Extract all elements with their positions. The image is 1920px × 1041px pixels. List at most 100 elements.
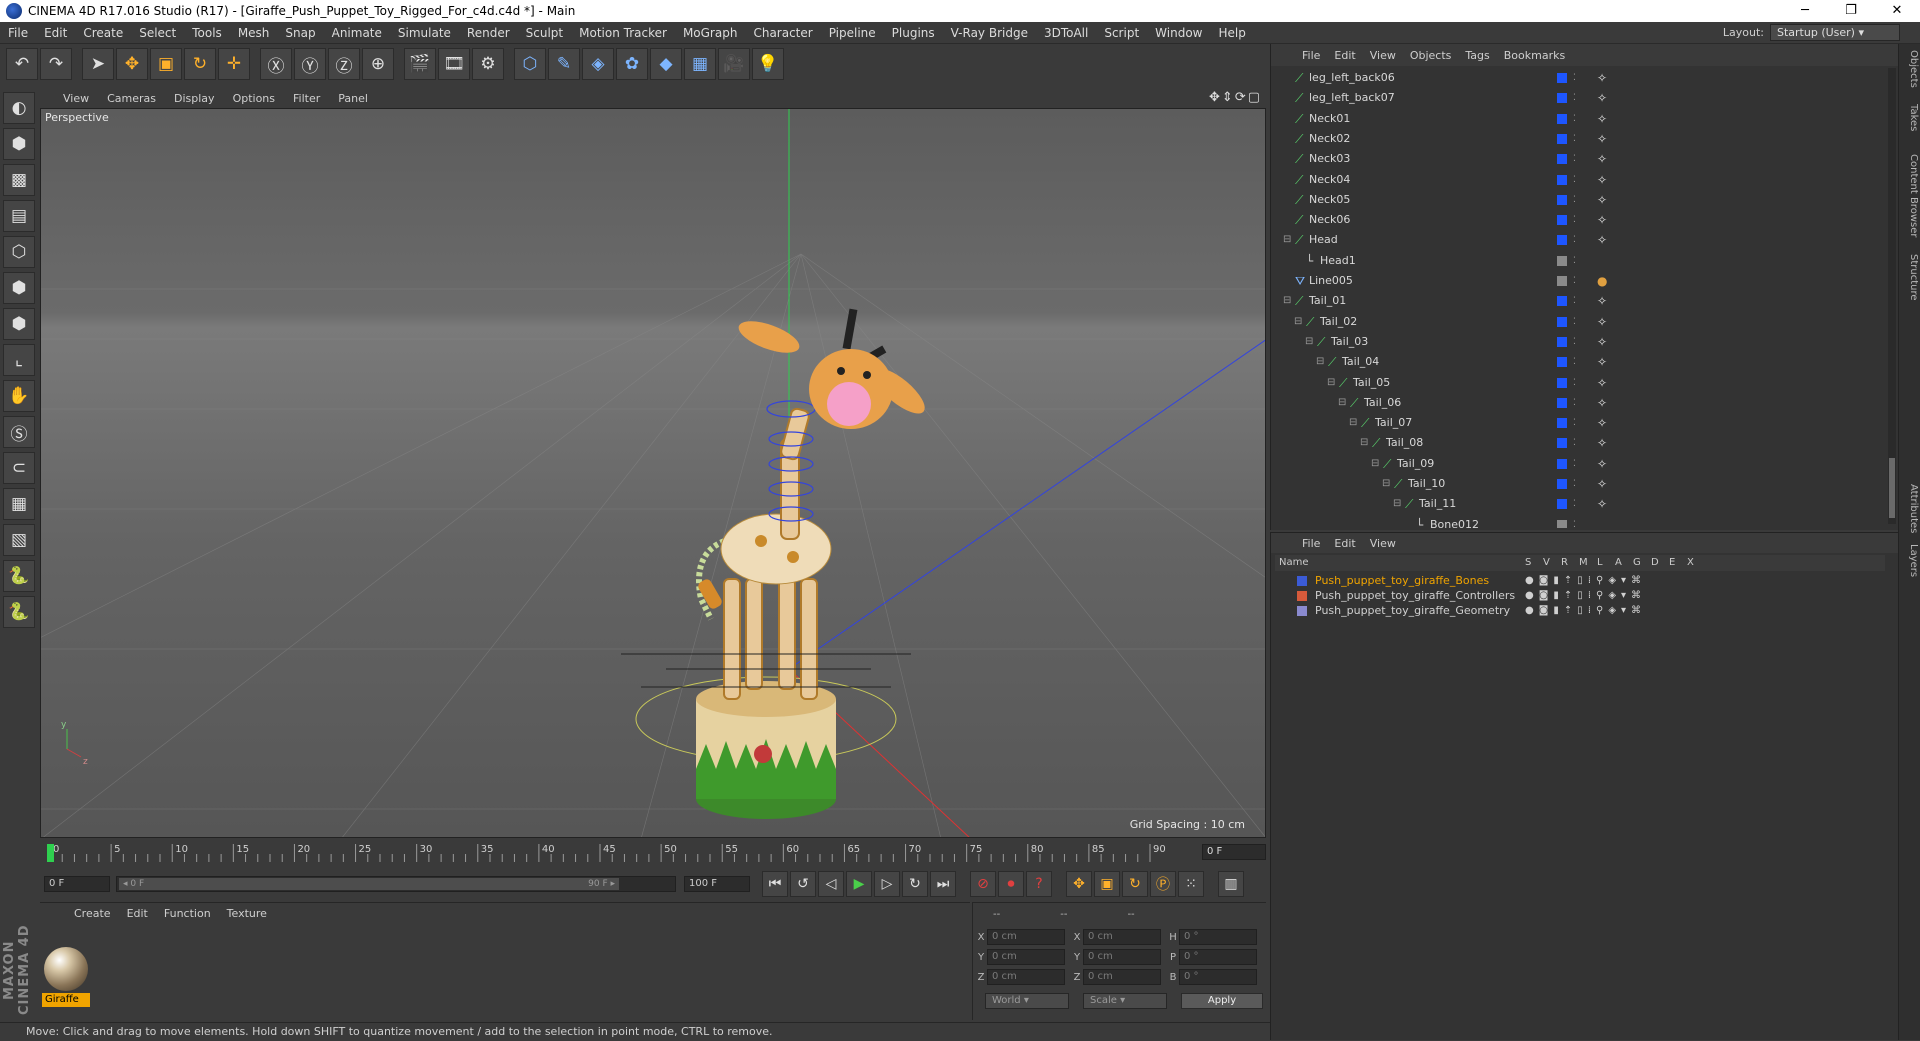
object-row[interactable]: ⊟ ⟋ Tail_02 ⁚ ✧ [1271,312,1887,332]
object-menu-bookmarks[interactable]: Bookmarks [1497,49,1572,62]
ik-tag-icon[interactable]: ✧ [1597,373,1607,393]
object-row[interactable]: ⟋ Neck05 ⁚ ✧ [1271,190,1887,210]
layer-color-swatch[interactable] [1557,499,1567,510]
coord-space-select[interactable]: World ▾ [985,993,1069,1009]
layer-color-swatch[interactable] [1557,215,1567,226]
rotate-icon[interactable]: ↻ [184,48,216,80]
layer-color-swatch[interactable] [1557,296,1567,307]
menu-select[interactable]: Select [131,26,184,40]
layer-col-l[interactable]: L [1597,555,1603,571]
side-tab-takes[interactable]: Takes [1901,104,1919,131]
prev-key-icon[interactable]: ↺ [790,871,816,897]
material-menu-create[interactable]: Create [66,907,119,920]
tree-toggle-icon[interactable]: ⊟ [1349,413,1357,433]
menu-animate[interactable]: Animate [324,26,390,40]
layer-color-swatch[interactable] [1557,255,1567,266]
ik-tag-icon[interactable]: ✧ [1597,190,1607,210]
viewport-menu-cameras[interactable]: Cameras [98,92,165,105]
ik-tag-icon[interactable]: ✧ [1597,494,1607,514]
array-icon[interactable]: ✿ [616,48,648,80]
autokey-icon[interactable]: ⏺ [998,871,1024,897]
record-icon[interactable]: ⊘ [970,871,996,897]
visibility-dots-icon[interactable]: ⁚ [1573,413,1576,433]
object-row[interactable]: ⟋ Neck04 ⁚ ✧ [1271,170,1887,190]
side-tab-structure[interactable]: Structure [1901,254,1919,301]
object-list[interactable]: ⟋ leg_left_back06 ⁚ ✧ ⟋ leg_left_back07 ⁚ ✧ ⟋ Nec… [1271,68,1887,528]
menu-3dtoall[interactable]: 3DToAll [1036,26,1096,40]
soft-selection-icon[interactable]: Ⓢ [3,416,35,448]
ik-tag-icon[interactable]: ✧ [1597,230,1607,250]
visibility-dots-icon[interactable]: ⁚ [1573,109,1576,129]
menu-edit[interactable]: Edit [36,26,75,40]
snap-grid-icon[interactable]: ▧ [3,524,35,556]
viewport-menu-filter[interactable]: Filter [284,92,329,105]
layer-col-d[interactable]: D [1651,555,1659,571]
visibility-dots-icon[interactable]: ⁚ [1573,373,1576,393]
layer-col-name[interactable]: Name [1279,555,1309,571]
layer-col-a[interactable]: A [1615,555,1622,571]
object-menu-view[interactable]: View [1363,49,1403,62]
lock-grid-icon[interactable]: ▦ [3,488,35,520]
coord-field[interactable]: 0 cm [987,969,1065,985]
ik-tag-icon[interactable]: ✧ [1597,413,1607,433]
visibility-dots-icon[interactable]: ⁚ [1573,190,1576,210]
visibility-dots-icon[interactable]: ⁚ [1573,515,1576,528]
tree-toggle-icon[interactable]: ⊟ [1371,454,1379,474]
viewport-camera-label[interactable]: Perspective [45,111,109,124]
tree-toggle-icon[interactable]: ⊟ [1316,352,1324,372]
range-thumb[interactable]: ◂ 0 F 90 F ▸ [119,878,619,890]
deformer-icon[interactable]: ◆ [650,48,682,80]
object-menu-tags[interactable]: Tags [1458,49,1496,62]
go-start-icon[interactable]: ⏮ [762,871,788,897]
select-arrow-icon[interactable]: ➤ [82,48,114,80]
object-row[interactable]: ⊟ ⟋ Tail_10 ⁚ ✧ [1271,474,1887,494]
layer-menu-edit[interactable]: Edit [1327,537,1362,550]
layer-name[interactable]: Push_puppet_toy_giraffe_Geometry [1315,603,1510,618]
visibility-dots-icon[interactable]: ⁚ [1573,271,1576,291]
layer-toggle-icons[interactable]: ●◙▮⇡▯⁞⚲◈▾⌘ [1525,588,1646,603]
tree-toggle-icon[interactable]: ⊟ [1382,474,1390,494]
visibility-dots-icon[interactable]: ⁚ [1573,230,1576,250]
visibility-dots-icon[interactable]: ⁚ [1573,494,1576,514]
menu-window[interactable]: Window [1147,26,1210,40]
visibility-dots-icon[interactable]: ⁚ [1573,170,1576,190]
world-coords-icon[interactable]: ⊕ [362,48,394,80]
object-mode-icon[interactable]: ⬢ [3,128,35,160]
object-row[interactable]: ⊟ ⟋ Tail_01 ⁚ ✧ [1271,291,1887,311]
layer-row[interactable]: Push_puppet_toy_giraffe_Geometry ●◙▮⇡▯⁞⚲◈… [1275,603,1885,618]
layer-color-swatch[interactable] [1557,73,1567,83]
coord-field[interactable]: 0 ° [1179,969,1257,985]
layer-name[interactable]: Push_puppet_toy_giraffe_Controllers [1315,588,1515,603]
material-preview[interactable] [44,947,88,991]
cube-icon[interactable]: ⬡ [514,48,546,80]
scale-icon[interactable]: ▣ [150,48,182,80]
close-button[interactable]: ✕ [1874,0,1920,22]
playhead[interactable] [47,844,54,862]
axis-mode-icon[interactable]: ⌞ [3,344,35,376]
layer-col-x[interactable]: X [1687,555,1694,571]
side-tab-layers[interactable]: Layers [1901,544,1919,577]
layer-name[interactable]: Push_puppet_toy_giraffe_Bones [1315,573,1489,588]
side-tab-content-browser[interactable]: Content Browser [1901,154,1919,237]
next-frame-icon[interactable]: ▷ [874,871,900,897]
coord-field[interactable]: 0 cm [987,929,1065,945]
layer-color-swatch[interactable] [1557,154,1567,165]
ik-tag-icon[interactable]: ✧ [1597,433,1607,453]
layer-color-swatch[interactable] [1557,458,1567,469]
pen-icon[interactable]: ✎ [548,48,580,80]
tree-toggle-icon[interactable]: ⊟ [1305,332,1313,352]
object-menu-objects[interactable]: Objects [1403,49,1459,62]
layer-toggle-icons[interactable]: ●◙▮⇡▯⁞⚲◈▾⌘ [1525,603,1646,618]
prev-frame-icon[interactable]: ◁ [818,871,844,897]
ik-tag-icon[interactable]: ✧ [1597,170,1607,190]
layer-color-swatch[interactable] [1297,576,1307,586]
coord-field[interactable]: 0 cm [1083,969,1161,985]
ik-tag-icon[interactable]: ✧ [1597,474,1607,494]
x-axis-icon[interactable]: Ⓧ [260,48,292,80]
subdivision-icon[interactable]: ◈ [582,48,614,80]
object-row[interactable]: ⟋ leg_left_back06 ⁚ ✧ [1271,68,1887,88]
object-row[interactable]: ⟋ Neck02 ⁚ ✧ [1271,129,1887,149]
camera-icon[interactable]: 🎥 [718,48,750,80]
visibility-dots-icon[interactable]: ⁚ [1573,352,1576,372]
ik-tag-icon[interactable]: ✧ [1597,352,1607,372]
